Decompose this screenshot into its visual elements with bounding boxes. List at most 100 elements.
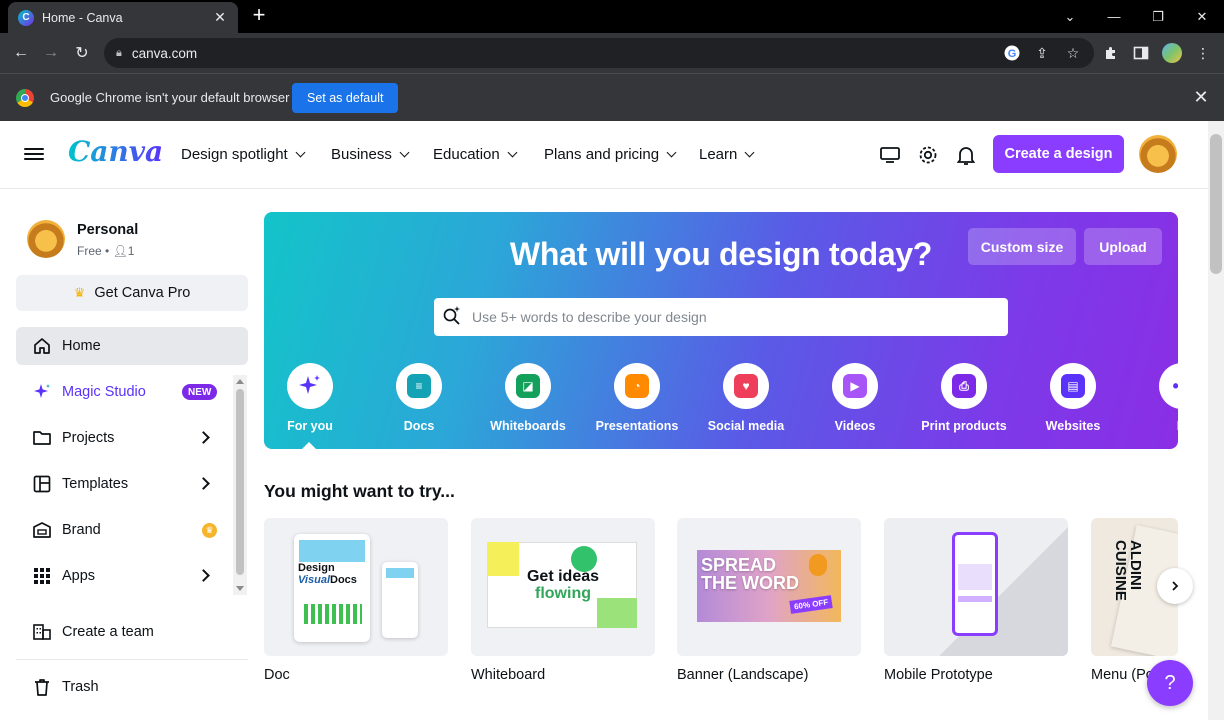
- card-mobile-prototype[interactable]: Mobile Prototype: [884, 518, 1068, 683]
- sidebar-item-label: Create a team: [62, 624, 154, 640]
- profile-avatar-icon[interactable]: [1161, 42, 1183, 64]
- category-whiteboards[interactable]: ◪ Whiteboards: [478, 363, 578, 433]
- url-field[interactable]: 🔒︎ canva.com: [104, 38, 1094, 68]
- extensions-puzzle-icon[interactable]: [1100, 42, 1122, 64]
- scroll-down-arrow-icon[interactable]: [236, 586, 244, 591]
- category-websites[interactable]: ▤ Websites: [1023, 363, 1123, 433]
- nav-business[interactable]: Business: [331, 146, 410, 163]
- whiteboard-thumb-text: flowing: [535, 585, 591, 602]
- share-icon[interactable]: ⇪: [1031, 42, 1053, 64]
- hamburger-menu-icon[interactable]: [24, 145, 44, 165]
- minimize-button[interactable]: —: [1092, 0, 1136, 33]
- nav-design-spotlight[interactable]: Design spotlight: [181, 146, 306, 163]
- category-more[interactable]: ••• M: [1132, 363, 1178, 433]
- sidebar-item-projects[interactable]: Projects: [16, 419, 248, 457]
- team-building-icon: [32, 622, 52, 642]
- doc-thumb-text: Design: [298, 562, 335, 574]
- card-banner-landscape[interactable]: SPREAD THE WORD 60% OFF Banner (Landscap…: [677, 518, 861, 683]
- category-videos[interactable]: ▶ Videos: [805, 363, 905, 433]
- settings-gear-icon[interactable]: [917, 144, 939, 166]
- card-whiteboard[interactable]: Get ideas flowing Whiteboard: [471, 518, 655, 683]
- sidebar-item-label: Trash: [62, 679, 99, 695]
- category-label: Presentations: [595, 419, 679, 433]
- category-label: Videos: [834, 419, 876, 433]
- scroll-up-arrow-icon[interactable]: [236, 379, 244, 384]
- get-canva-pro-button[interactable]: ♛ Get Canva Pro: [16, 275, 248, 311]
- close-icon[interactable]: ✕: [1190, 87, 1212, 109]
- sidebar: Personal Free • 👤︎1 ♛ Get Canva Pro Home…: [0, 189, 256, 720]
- whiteboards-icon: ◪: [516, 374, 540, 398]
- back-button[interactable]: ←: [9, 41, 33, 65]
- nav-plans-and-pricing[interactable]: Plans and pricing: [544, 146, 677, 163]
- account-name[interactable]: Personal: [77, 222, 138, 238]
- doc-thumb-text: Docs: [330, 574, 357, 586]
- google-icon[interactable]: G: [1001, 42, 1023, 64]
- help-button[interactable]: ?: [1147, 660, 1193, 706]
- folder-icon: [32, 428, 52, 448]
- chrome-menu-icon[interactable]: ⋮: [1192, 42, 1214, 64]
- desktop-app-icon[interactable]: [879, 144, 901, 166]
- sidebar-item-label: Magic Studio: [62, 384, 146, 400]
- design-search-input[interactable]: [472, 309, 972, 325]
- upload-button[interactable]: Upload: [1084, 228, 1162, 265]
- design-search-field[interactable]: [434, 298, 1008, 336]
- category-label: Websites: [1045, 419, 1101, 433]
- user-avatar[interactable]: [1139, 135, 1177, 173]
- nav-label: Business: [331, 146, 392, 163]
- sidebar-item-trash[interactable]: Trash: [16, 668, 248, 706]
- tab-close-icon[interactable]: ✕: [212, 9, 228, 26]
- category-presentations[interactable]: ◔ Presentations: [587, 363, 687, 433]
- presentations-icon: ◔: [625, 374, 649, 398]
- doc-thumbnail[interactable]: Design Visual Docs: [264, 518, 448, 656]
- chevron-right-icon: [197, 569, 210, 582]
- new-badge: NEW: [182, 384, 218, 400]
- restore-button[interactable]: ❐: [1136, 0, 1180, 33]
- account-avatar[interactable]: [27, 220, 65, 258]
- category-docs[interactable]: ≡ Docs: [369, 363, 469, 433]
- sidebar-item-magic-studio[interactable]: Magic Studio NEW: [16, 373, 248, 411]
- infobar-message: Google Chrome isn't your default browser: [50, 90, 290, 105]
- mobile-prototype-thumbnail[interactable]: [884, 518, 1068, 656]
- url-text: canva.com: [131, 45, 198, 61]
- sidebar-item-create-team[interactable]: Create a team: [16, 613, 248, 651]
- card-doc[interactable]: Design Visual Docs Doc: [264, 518, 448, 683]
- carousel-next-button[interactable]: [1157, 568, 1193, 604]
- category-social-media[interactable]: ♥ Social media: [696, 363, 796, 433]
- whiteboard-thumbnail[interactable]: Get ideas flowing: [471, 518, 655, 656]
- nav-label: Plans and pricing: [544, 146, 660, 163]
- card-label: Mobile Prototype: [884, 667, 993, 683]
- category-for-you[interactable]: For you: [264, 363, 360, 433]
- forward-button[interactable]: →: [39, 41, 63, 65]
- sidebar-item-brand[interactable]: Brand ♛: [16, 511, 248, 549]
- nav-education[interactable]: Education: [433, 146, 518, 163]
- sidebar-item-home[interactable]: Home: [16, 327, 248, 365]
- browser-tab[interactable]: C Home - Canva ✕: [8, 2, 238, 33]
- tab-search-chevron-icon[interactable]: ⌄: [1048, 0, 1092, 33]
- members-count: 1: [127, 244, 135, 258]
- websites-icon: ▤: [1061, 374, 1085, 398]
- side-panel-icon[interactable]: [1130, 42, 1152, 64]
- close-window-button[interactable]: ✕: [1180, 0, 1224, 33]
- new-tab-button[interactable]: +: [248, 4, 270, 28]
- sidebar-item-apps[interactable]: Apps: [16, 557, 248, 595]
- category-print-products[interactable]: ⎙ Print products: [914, 363, 1014, 433]
- sidebar-item-templates[interactable]: Templates: [16, 465, 248, 503]
- canva-logo[interactable]: Canva: [68, 135, 163, 168]
- sidebar-scroll-thumb[interactable]: [236, 389, 244, 575]
- banner-thumbnail[interactable]: SPREAD THE WORD 60% OFF: [677, 518, 861, 656]
- category-label: For you: [287, 419, 333, 433]
- sidebar-item-label: Templates: [62, 476, 129, 492]
- nav-label: Education: [433, 146, 500, 163]
- reload-button[interactable]: ↻: [70, 41, 94, 65]
- page-scroll-thumb[interactable]: [1210, 134, 1222, 274]
- create-a-design-button[interactable]: Create a design: [993, 135, 1124, 173]
- social-media-heart-icon: ♥: [734, 374, 758, 398]
- menu-thumb-text: CUISINE: [1112, 540, 1129, 601]
- category-label: Print products: [921, 419, 1007, 433]
- nav-learn[interactable]: Learn: [699, 146, 755, 163]
- bookmark-star-icon[interactable]: ☆: [1062, 42, 1084, 64]
- chevron-down-icon: [399, 147, 410, 158]
- notifications-bell-icon[interactable]: [955, 144, 977, 166]
- set-as-default-button[interactable]: Set as default: [292, 83, 399, 113]
- custom-size-button[interactable]: Custom size: [968, 228, 1076, 265]
